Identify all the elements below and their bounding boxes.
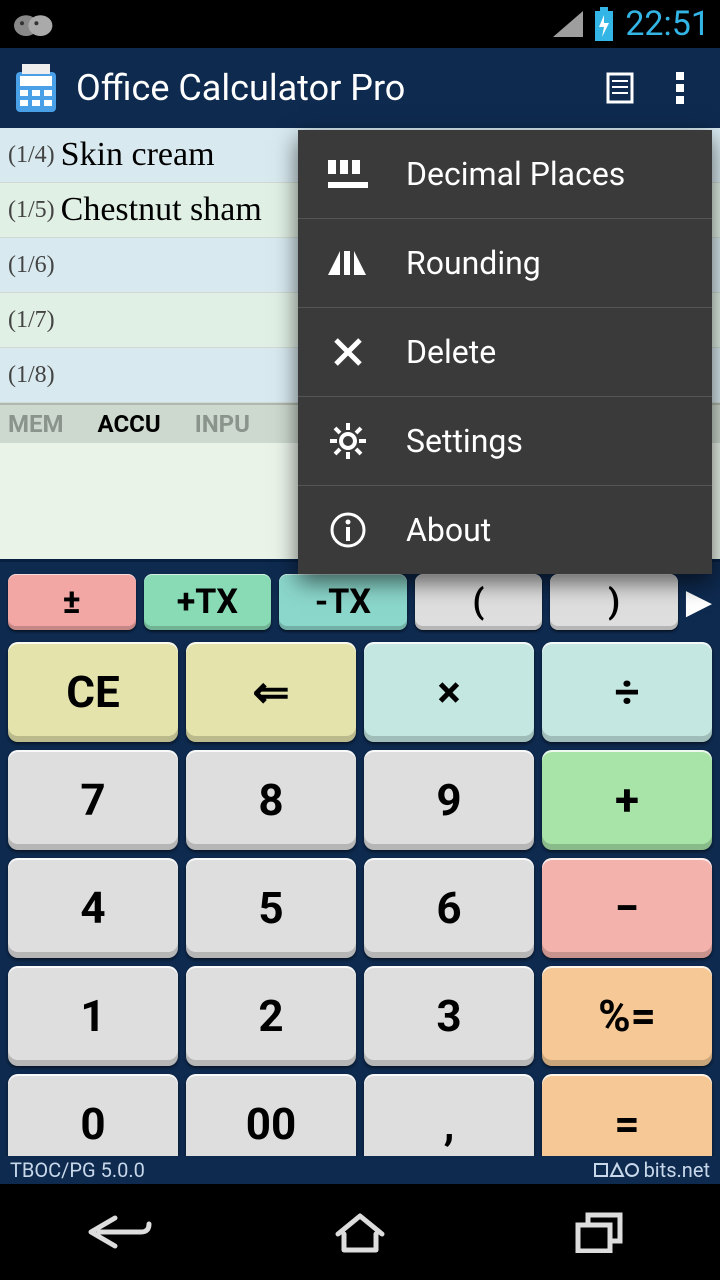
decimal-places-icon <box>324 150 372 198</box>
status-clock: 22:51 <box>625 4 710 44</box>
menu-item-about[interactable]: About <box>298 486 712 574</box>
app-bar: Office Calculator Pro <box>0 48 720 128</box>
key-5[interactable]: 5 <box>186 858 356 958</box>
key-percent-equals[interactable]: %= <box>542 966 712 1066</box>
menu-label: Settings <box>406 422 523 460</box>
tape-index: (1/8) <box>8 362 55 389</box>
key-minus[interactable]: − <box>542 858 712 958</box>
key-6[interactable]: 6 <box>364 858 534 958</box>
debug-jelly-icon <box>10 9 58 39</box>
key-paren-close[interactable]: ) <box>550 574 678 630</box>
mode-mem[interactable]: MEM <box>8 410 64 438</box>
overflow-menu: Decimal Places Rounding Delete Settings <box>298 130 712 574</box>
key-7[interactable]: 7 <box>8 750 178 850</box>
nav-recents-button[interactable] <box>525 1197 675 1267</box>
footer-bar: TBOC/PG 5.0.0 bits.net <box>0 1156 720 1184</box>
tape-label: Skin cream <box>61 136 215 174</box>
footer-version: TBOC/PG 5.0.0 <box>10 1158 145 1182</box>
keypad-more-icon[interactable]: ▶ <box>686 582 712 622</box>
key-1[interactable]: 1 <box>8 966 178 1066</box>
menu-label: About <box>406 511 491 549</box>
app-icon <box>10 62 62 114</box>
nav-home-button[interactable] <box>285 1197 435 1267</box>
footer-brand: bits.net <box>594 1158 710 1182</box>
key-ce[interactable]: CE <box>8 642 178 742</box>
key-plus-tax[interactable]: +TX <box>144 574 272 630</box>
signal-icon <box>553 11 583 37</box>
key-plus-minus[interactable]: ± <box>8 574 136 630</box>
gear-icon <box>324 417 372 465</box>
android-navbar <box>0 1184 720 1280</box>
menu-item-rounding[interactable]: Rounding <box>298 219 712 308</box>
keypad: ± +TX -TX ( ) ▶ CE ⇐ × ÷ 7 8 9 + 4 5 6 −… <box>0 562 720 1178</box>
key-9[interactable]: 9 <box>364 750 534 850</box>
rounding-icon <box>324 239 372 287</box>
tape-label: Chestnut sham <box>61 191 262 229</box>
menu-label: Decimal Places <box>406 155 625 193</box>
menu-item-decimal-places[interactable]: Decimal Places <box>298 130 712 219</box>
delete-icon <box>324 328 372 376</box>
nav-back-button[interactable] <box>45 1197 195 1267</box>
menu-label: Rounding <box>406 244 541 282</box>
key-divide[interactable]: ÷ <box>542 642 712 742</box>
key-4[interactable]: 4 <box>8 858 178 958</box>
key-minus-tax[interactable]: -TX <box>279 574 407 630</box>
key-2[interactable]: 2 <box>186 966 356 1066</box>
tape-index: (1/4) <box>8 142 55 169</box>
app-title: Office Calculator Pro <box>76 67 590 109</box>
key-backspace[interactable]: ⇐ <box>186 642 356 742</box>
key-multiply[interactable]: × <box>364 642 534 742</box>
battery-icon <box>593 7 615 41</box>
mode-accu[interactable]: ACCU <box>98 410 161 438</box>
key-8[interactable]: 8 <box>186 750 356 850</box>
menu-label: Delete <box>406 333 496 371</box>
info-icon <box>324 506 372 554</box>
menu-item-delete[interactable]: Delete <box>298 308 712 397</box>
key-plus[interactable]: + <box>542 750 712 850</box>
menu-item-settings[interactable]: Settings <box>298 397 712 486</box>
status-bar: 22:51 <box>0 0 720 48</box>
overflow-menu-button[interactable] <box>650 58 710 118</box>
tape-index: (1/7) <box>8 307 55 334</box>
tape-index: (1/6) <box>8 252 55 279</box>
tape-index: (1/5) <box>8 197 55 224</box>
tape-list-button[interactable] <box>590 58 650 118</box>
key-3[interactable]: 3 <box>364 966 534 1066</box>
mode-input[interactable]: INPU <box>195 410 250 438</box>
key-paren-open[interactable]: ( <box>415 574 543 630</box>
